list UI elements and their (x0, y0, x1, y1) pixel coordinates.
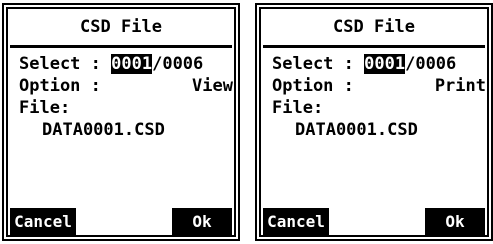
title-divider (263, 45, 485, 48)
select-label: Select (19, 54, 81, 74)
title-divider (10, 45, 232, 48)
option-label: Option (272, 76, 334, 96)
cancel-button[interactable]: Cancel (10, 208, 76, 235)
select-label: Select (272, 54, 334, 74)
file-label: File: (19, 98, 71, 118)
ok-button[interactable]: Ok (425, 208, 485, 235)
option-row: Option : Print (272, 76, 486, 96)
option-value[interactable]: Print (435, 76, 486, 96)
option-value[interactable]: View (192, 76, 233, 96)
option-row: Option : View (19, 76, 233, 96)
file-name: DATA0001.CSD (295, 120, 418, 140)
option-separator: : (80, 76, 101, 96)
select-row: Select : 0001/0006 (19, 54, 203, 74)
select-separator: : (333, 54, 365, 74)
select-current-field[interactable]: 0001 (111, 54, 153, 74)
csd-file-dialog-print: CSD File Select : 0001/0006 Option : Prin… (255, 3, 493, 241)
dialog-title: CSD File (333, 17, 415, 37)
select-separator: : (80, 54, 112, 74)
option-separator: : (333, 76, 354, 96)
select-total: /0006 (152, 54, 204, 74)
ok-button[interactable]: Ok (172, 208, 232, 235)
csd-file-dialog-view: CSD File Select : 0001/0006 Option : View… (2, 3, 240, 241)
dialog-title: CSD File (80, 17, 162, 37)
select-current-field[interactable]: 0001 (364, 54, 406, 74)
option-label: Option (19, 76, 81, 96)
file-name: DATA0001.CSD (42, 120, 165, 140)
select-row: Select : 0001/0006 (272, 54, 456, 74)
file-label: File: (272, 98, 324, 118)
cancel-button[interactable]: Cancel (263, 208, 329, 235)
select-total: /0006 (405, 54, 457, 74)
